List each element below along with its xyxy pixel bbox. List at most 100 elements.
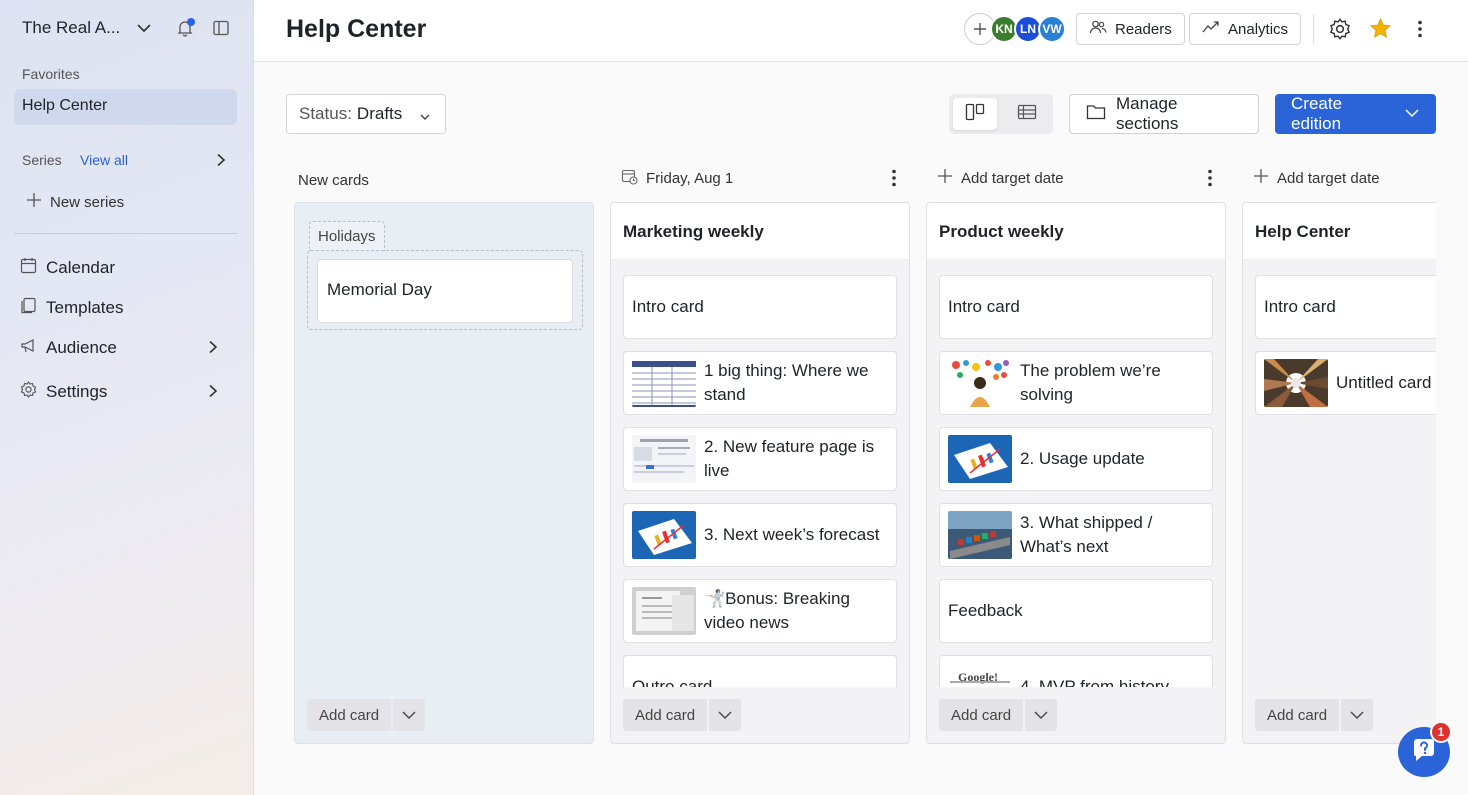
chevron-down-icon — [419, 108, 431, 128]
board-view-button[interactable] — [953, 98, 997, 130]
card-title: The problem we’re solving — [1020, 361, 1161, 404]
favorites-heading: Favorites — [22, 66, 80, 82]
sidebar-item-settings[interactable]: Settings — [20, 381, 107, 403]
card[interactable]: Intro card — [939, 275, 1213, 339]
templates-icon — [20, 297, 37, 319]
readers-label: Readers — [1115, 20, 1172, 38]
edition-title[interactable]: Help Center — [1243, 203, 1436, 259]
card[interactable]: Feedback — [939, 579, 1213, 643]
card[interactable]: 1 big thing: Where we stand — [623, 351, 897, 415]
status-label: Status: — [299, 104, 352, 123]
sidebar-toggle-icon[interactable] — [212, 19, 230, 41]
sidebar-item-calendar[interactable]: Calendar — [20, 257, 115, 279]
sidebar-item-label: Templates — [46, 298, 124, 317]
analytics-label: Analytics — [1228, 20, 1289, 38]
view-all-link[interactable]: View all — [80, 152, 128, 168]
card-title: 3. Next week’s forecast — [704, 525, 880, 544]
card-thumbnail — [1264, 359, 1328, 407]
add-card-button[interactable]: Add card — [1255, 699, 1340, 731]
header-divider — [1313, 14, 1314, 44]
edition-column-help-center: Help Center Intro card Untitled card Add… — [1242, 202, 1436, 744]
holidays-tab[interactable]: Holidays — [309, 221, 385, 251]
gear-icon[interactable] — [1329, 18, 1351, 44]
card-title: Untitled card — [1336, 373, 1432, 392]
chevron-right-icon[interactable] — [206, 384, 220, 402]
more-vertical-icon[interactable] — [1410, 19, 1430, 43]
more-vertical-icon[interactable] — [1200, 168, 1220, 192]
manage-sections-label: Manage sections — [1116, 94, 1179, 133]
star-icon[interactable] — [1369, 17, 1392, 44]
analytics-button[interactable]: Analytics — [1189, 13, 1302, 45]
plus-icon — [937, 168, 953, 188]
card[interactable]: 3. Next week’s forecast — [623, 503, 897, 567]
card-thumbnail — [948, 511, 1012, 559]
card-list: Intro card 1 big thing: Where we stand 2… — [623, 275, 897, 687]
card-title: 1 big thing: Where we stand — [704, 361, 869, 404]
more-vertical-icon[interactable] — [884, 168, 904, 192]
holiday-card[interactable]: Memorial Day — [317, 259, 573, 323]
card[interactable]: Intro card — [1255, 275, 1436, 339]
series-heading: Series — [22, 152, 62, 168]
card-thumbnail: Google! — [948, 663, 1012, 687]
avatar[interactable]: VW — [1038, 15, 1066, 43]
card[interactable]: Untitled card — [1255, 351, 1436, 415]
add-card-control: Add card — [623, 699, 742, 731]
add-card-menu-button[interactable] — [393, 699, 426, 731]
chevron-down-icon — [1404, 104, 1420, 124]
status-filter[interactable]: Status: Drafts — [286, 94, 446, 134]
folder-icon — [1086, 103, 1106, 125]
add-target-date-button[interactable]: Add target date — [937, 166, 1064, 190]
target-date-label: Friday, Aug 1 — [646, 169, 734, 187]
chevron-right-icon[interactable] — [206, 340, 220, 358]
create-edition-label: Create edition — [1291, 94, 1343, 133]
sidebar-item-audience[interactable]: Audience — [20, 337, 117, 359]
add-target-date-label: Add target date — [1277, 169, 1380, 187]
column-header-new-cards: New cards — [298, 168, 369, 192]
add-card-button[interactable]: Add card — [307, 699, 392, 731]
new-series-button[interactable]: New series — [26, 192, 124, 212]
manage-sections-button[interactable]: Manage sections — [1069, 94, 1259, 134]
add-target-date-button[interactable]: Add target date — [1253, 166, 1380, 190]
card[interactable]: Outro card — [623, 655, 897, 687]
card[interactable]: 🤺Bonus: Breaking video news — [623, 579, 897, 643]
chevron-right-icon[interactable] — [214, 153, 228, 171]
add-card-button[interactable]: Add card — [939, 699, 1024, 731]
card-thumbnail — [948, 359, 1012, 407]
edition-title[interactable]: Product weekly — [927, 203, 1225, 259]
card[interactable]: 2. Usage update — [939, 427, 1213, 491]
card-thumbnail — [948, 435, 1012, 483]
plus-icon — [1253, 168, 1269, 188]
card[interactable]: 2. New feature page is live — [623, 427, 897, 491]
edition-column-product-weekly: Product weekly Intro card The problem we… — [926, 202, 1226, 744]
edition-column-marketing-weekly: Marketing weekly Intro card 1 big thing:… — [610, 202, 910, 744]
chevron-down-icon[interactable] — [136, 20, 152, 40]
add-target-date-label: Add target date — [961, 169, 1064, 187]
sidebar-divider — [14, 233, 237, 234]
card-thumbnail — [632, 511, 696, 559]
card-title: 🤺Bonus: Breaking video news — [704, 589, 850, 632]
trend-icon — [1202, 20, 1220, 38]
readers-button[interactable]: Readers — [1076, 13, 1185, 45]
add-card-menu-button[interactable] — [709, 699, 742, 731]
add-card-menu-button[interactable] — [1341, 699, 1374, 731]
create-edition-button[interactable]: Create edition — [1275, 94, 1436, 134]
sidebar-item-templates[interactable]: Templates — [20, 297, 123, 319]
card[interactable]: The problem we’re solving — [939, 351, 1213, 415]
workspace-name[interactable]: The Real A... — [22, 18, 120, 38]
favorite-help-center[interactable]: Help Center — [14, 89, 237, 125]
card-title: 2. New feature page is live — [704, 437, 875, 480]
target-date-button[interactable]: Friday, Aug 1 — [621, 166, 733, 190]
card[interactable]: Intro card — [623, 275, 897, 339]
edition-title[interactable]: Marketing weekly — [611, 203, 909, 259]
add-card-button[interactable]: Add card — [623, 699, 708, 731]
notification-dot — [187, 18, 195, 26]
table-view-icon — [1017, 104, 1037, 124]
chevron-down-icon — [1350, 707, 1364, 724]
column-header-label: New cards — [298, 171, 369, 189]
board-view-icon — [965, 103, 985, 125]
card[interactable]: Google! 4. MVP from history — [939, 655, 1213, 687]
add-card-menu-button[interactable] — [1025, 699, 1058, 731]
card-list: Intro card Untitled card — [1255, 275, 1436, 687]
card[interactable]: 3. What shipped / What’s next — [939, 503, 1213, 567]
list-view-button[interactable] — [1005, 98, 1049, 130]
